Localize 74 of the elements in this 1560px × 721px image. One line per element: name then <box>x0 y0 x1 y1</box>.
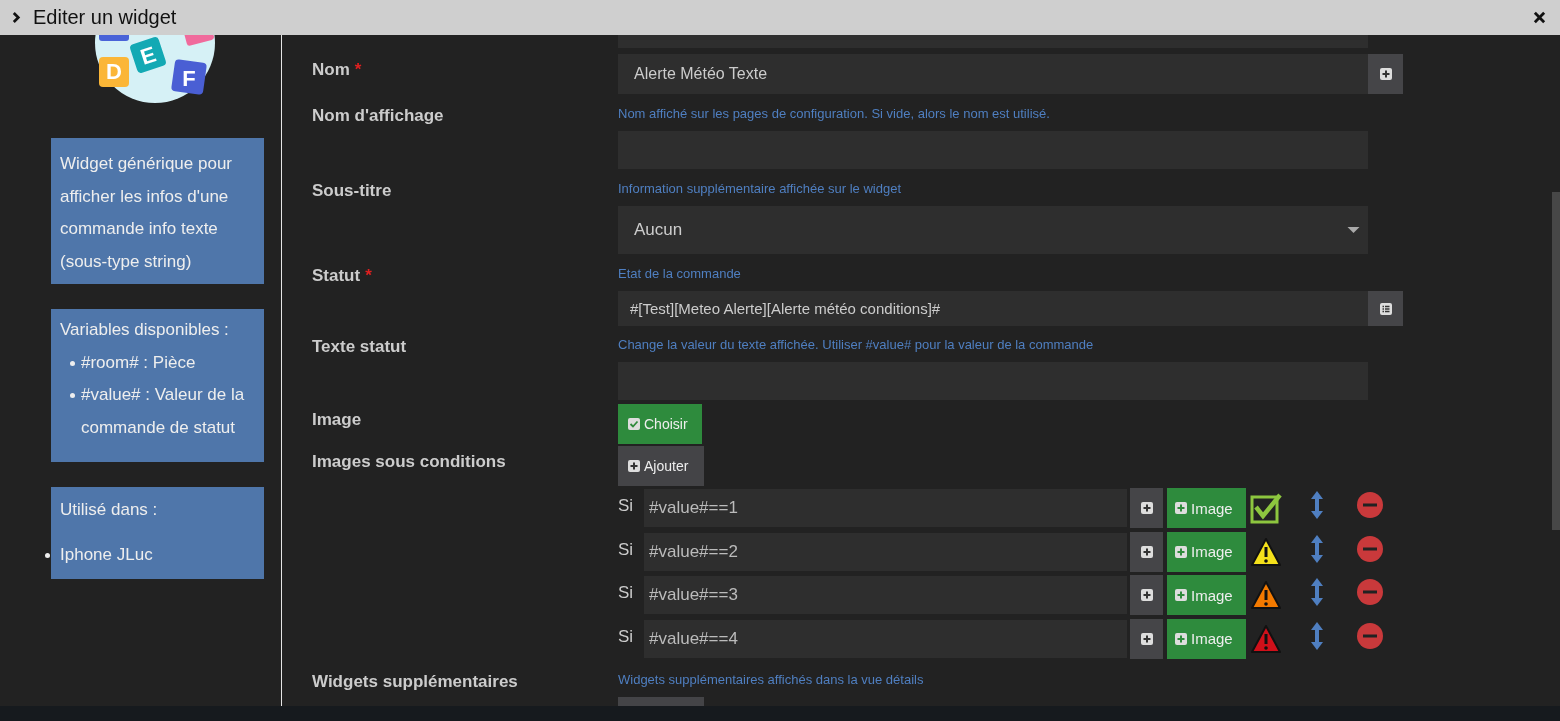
condition-field[interactable]: #value#==4 <box>644 619 1127 658</box>
letter-blocks-logo-drawing: D E F <box>93 35 217 105</box>
plus-square-icon <box>1175 632 1187 645</box>
image-button[interactable]: Image <box>1167 575 1246 615</box>
checkbox-icon <box>628 418 640 430</box>
caret-down-icon <box>1347 227 1360 233</box>
plus-square-icon <box>1379 68 1392 80</box>
up-down-arrow-icon[interactable] <box>1310 534 1324 563</box>
dialog-title: Editer un widget <box>33 6 178 29</box>
field-label: Nom <box>312 60 350 80</box>
add-button[interactable]: Ajouter <box>618 446 704 486</box>
plus-square-icon <box>1140 545 1153 558</box>
image-button[interactable]: Image <box>1167 531 1246 572</box>
widget-description: Widget générique pour afficher les infos d'une commande info texte (sous-type string) <box>60 154 232 271</box>
usage-heading: Utilisé dans : <box>60 499 159 521</box>
bullet-icon <box>45 553 50 558</box>
field-label: Widgets supplémentaires <box>312 672 518 692</box>
bullet-icon <box>70 360 75 366</box>
condition-prefix: Si <box>618 582 635 603</box>
add-button[interactable] <box>1130 488 1163 528</box>
remove-icon[interactable] <box>1357 535 1383 562</box>
up-down-arrow-icon[interactable] <box>1310 578 1324 606</box>
input-field[interactable]: Alerte Météo Texte <box>618 54 1368 94</box>
remove-icon[interactable] <box>1357 579 1383 605</box>
field-label: Nom d'affichage <box>312 106 444 126</box>
image-button[interactable]: Image <box>1167 618 1246 659</box>
add-button[interactable] <box>1130 618 1163 659</box>
add-button[interactable] <box>1368 54 1403 94</box>
image-button[interactable]: Image <box>1167 488 1246 528</box>
condition-field[interactable]: #value#==1 <box>644 489 1127 527</box>
field-label: Images sous conditions <box>312 452 506 472</box>
plus-square-icon <box>1175 589 1187 601</box>
variable-item: #value# : Valeur de la commande de statut <box>81 384 246 439</box>
condition-field[interactable]: #value#==3 <box>644 576 1127 614</box>
plus-square-icon <box>1140 632 1153 645</box>
field-label: Image <box>312 410 362 430</box>
add-button[interactable] <box>1130 531 1163 572</box>
required-mark: * <box>365 266 372 286</box>
plus-square-icon <box>628 460 640 472</box>
variable-item: #room# : Pièce <box>81 351 196 374</box>
field-label: Texte statut <box>312 337 407 357</box>
remove-icon[interactable] <box>1357 492 1383 518</box>
bullet-icon <box>70 393 75 398</box>
help-text: Etat de la commande <box>618 266 742 282</box>
condition-prefix: Si <box>618 625 635 647</box>
scrollbar-thumb[interactable] <box>1552 192 1560 530</box>
close-icon[interactable] <box>1533 11 1546 24</box>
plus-square-icon <box>1140 589 1153 601</box>
add-button[interactable] <box>1130 575 1163 615</box>
up-down-arrow-icon[interactable] <box>1310 491 1324 519</box>
plus-square-icon <box>1175 502 1187 514</box>
field-label: Statut <box>312 266 361 286</box>
condition-prefix: Si <box>618 538 635 560</box>
choose-button[interactable]: Choisir <box>618 404 702 444</box>
required-mark: * <box>354 60 362 80</box>
condition-prefix: Si <box>618 495 635 516</box>
field-label: Sous-titre <box>312 181 392 201</box>
help-text: Information supplémentaire affichée sur le widget <box>618 181 903 197</box>
input-field[interactable] <box>618 35 1368 48</box>
help-text: Change la valeur du texte affichée. Utiliser #value# pour la valeur de la commande <box>618 337 1095 353</box>
usage-item: Iphone JLuc <box>60 543 153 566</box>
input-field[interactable]: #[Test][Meteo Alerte][Alerte météo conditions]# <box>618 291 1368 326</box>
remove-icon[interactable] <box>1357 622 1383 649</box>
plus-square-icon <box>1140 502 1153 514</box>
condition-field[interactable]: #value#==2 <box>644 532 1127 571</box>
plus-square-icon <box>1175 545 1187 558</box>
help-text: Widgets supplémentaires affichés dans la vue détails <box>618 672 924 688</box>
list-icon <box>1379 302 1392 315</box>
select-dropdown[interactable]: Aucun <box>618 206 1368 254</box>
help-text: Nom affiché sur les pages de configuration. Si vide, alors le nom est utilisé. <box>618 106 1051 122</box>
up-down-arrow-icon[interactable] <box>1310 621 1324 650</box>
list-button[interactable] <box>1368 291 1403 326</box>
variables-heading: Variables disponibles : <box>60 319 230 341</box>
chevron-right-icon[interactable] <box>12 11 21 24</box>
